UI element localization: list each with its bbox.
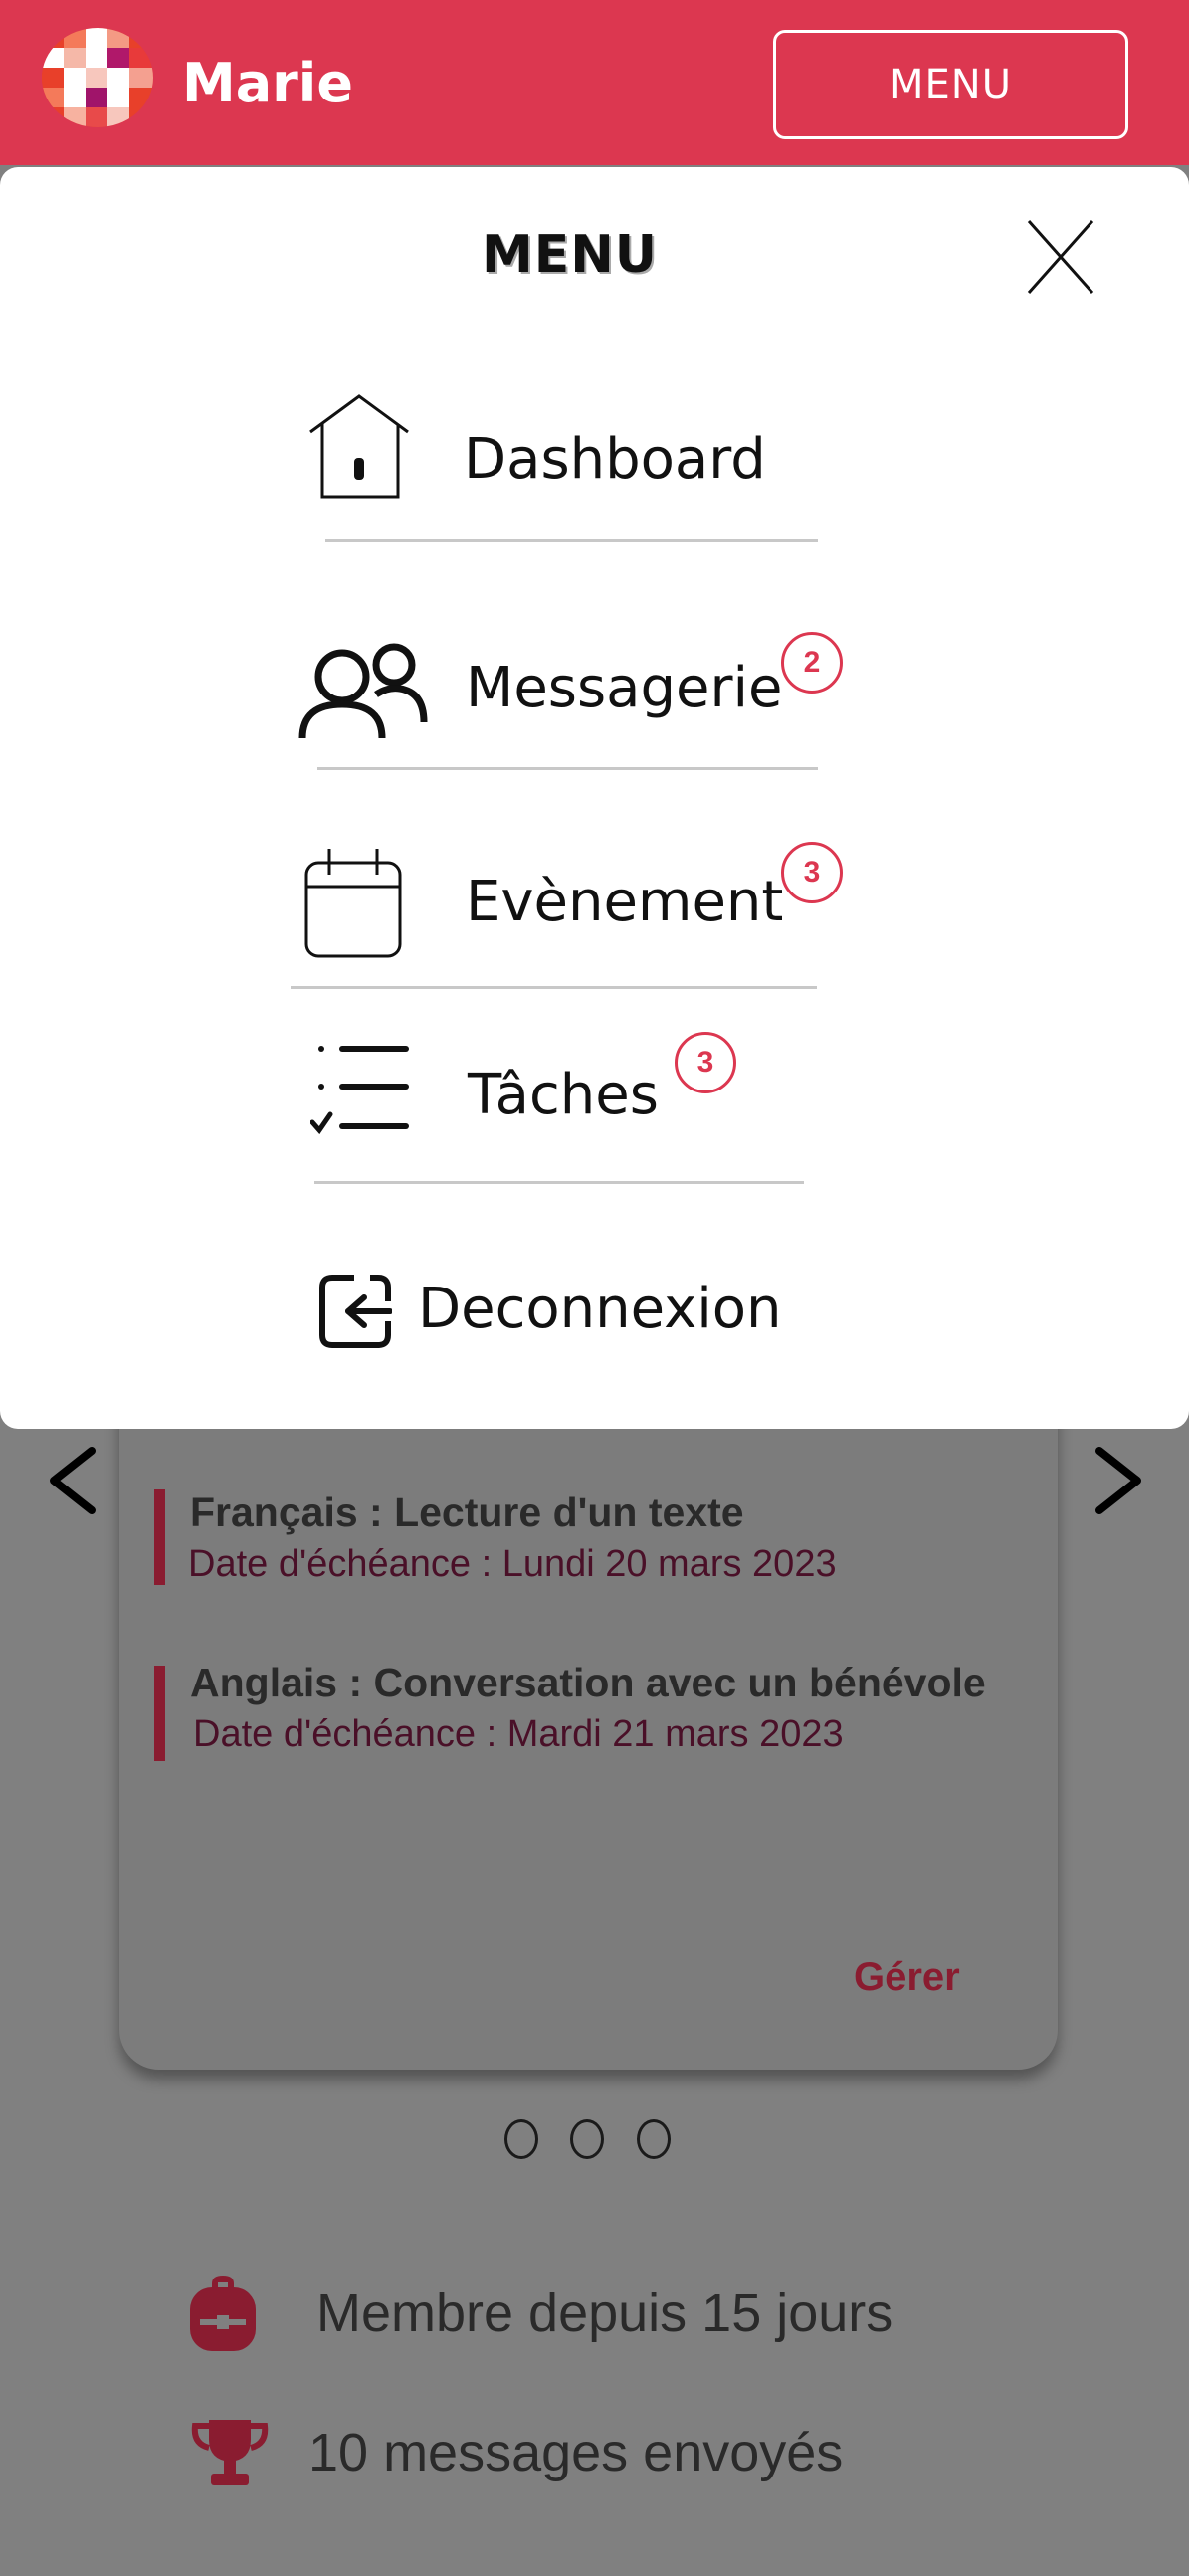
menu-item-label: Tâches	[468, 1063, 659, 1127]
task-title: Français : Lecture d'un texte	[190, 1489, 744, 1535]
logout-icon	[319, 1275, 392, 1348]
menu-title: MENU	[481, 225, 658, 285]
carousel-dot[interactable]	[504, 2119, 538, 2159]
stat-text: 10 messages envoyés	[308, 2423, 844, 2482]
menu-divider	[317, 767, 818, 770]
calendar-icon	[304, 849, 402, 958]
notification-badge: 3	[675, 1032, 736, 1093]
manage-tasks-link[interactable]: Gérer	[854, 1955, 960, 2000]
notification-badge: 3	[781, 842, 843, 903]
backpack-icon	[190, 2276, 256, 2351]
task-accent-bar	[154, 1666, 165, 1761]
users-icon	[298, 643, 428, 739]
home-icon	[309, 394, 409, 499]
menu-divider	[291, 986, 817, 989]
notification-badge: 2	[781, 632, 843, 694]
menu-divider	[314, 1181, 804, 1184]
menu-panel: MENU Dashboard Messagerie 2 Evènement 3 …	[0, 167, 1189, 1429]
carousel-prev-icon[interactable]	[42, 1441, 101, 1520]
app-logo[interactable]	[42, 28, 153, 127]
user-name: Marie	[182, 52, 353, 114]
carousel-dot[interactable]	[570, 2119, 604, 2159]
trophy-icon	[191, 2420, 269, 2485]
menu-divider	[325, 539, 818, 542]
task-due-date: Date d'échéance : Lundi 20 mars 2023	[188, 1543, 837, 1585]
stat-messages-sent: 10 messages envoyés	[191, 2416, 843, 2489]
app-header: Marie MENU	[0, 0, 1189, 165]
task-title: Anglais : Conversation avec un bénévole	[190, 1660, 986, 1705]
close-icon[interactable]	[1025, 217, 1096, 297]
menu-item-label: Dashboard	[464, 427, 766, 492]
carousel-dot[interactable]	[637, 2119, 671, 2159]
task-accent-bar	[154, 1489, 165, 1585]
checklist-icon	[310, 1046, 409, 1134]
task-due-date: Date d'échéance : Mardi 21 mars 2023	[193, 1713, 844, 1755]
stat-member-since: Membre depuis 15 jours	[184, 2274, 892, 2353]
logout-label: Deconnexion	[418, 1277, 782, 1341]
menu-button[interactable]: MENU	[773, 30, 1128, 139]
carousel-next-icon[interactable]	[1090, 1441, 1149, 1520]
menu-item-label: Evènement	[466, 870, 784, 934]
stat-text: Membre depuis 15 jours	[316, 2283, 893, 2343]
menu-item-label: Messagerie	[466, 656, 783, 720]
